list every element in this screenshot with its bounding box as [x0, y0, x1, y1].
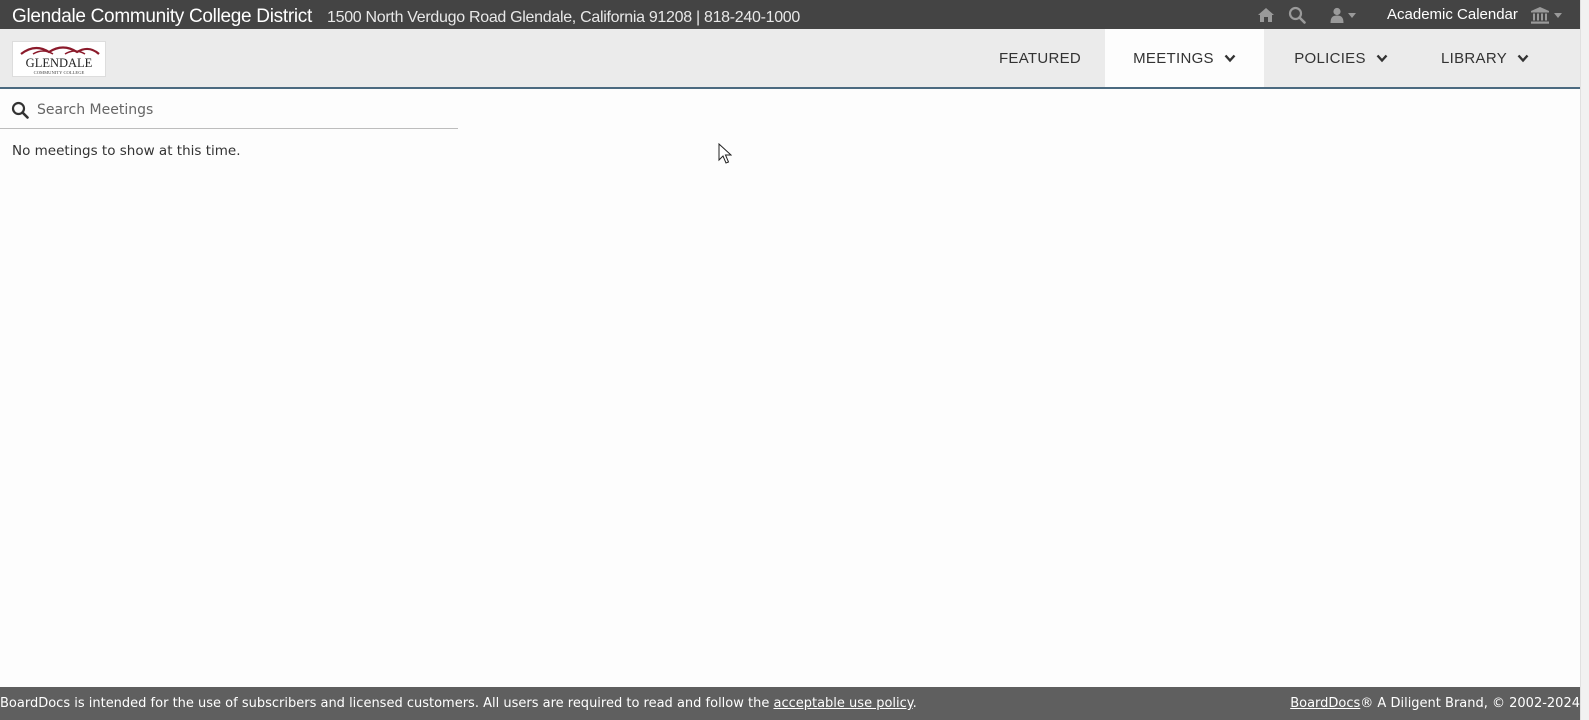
- footer-notice-text: BoardDocs is intended for the use of sub…: [0, 696, 774, 711]
- empty-meetings-message: No meetings to show at this time.: [12, 143, 241, 159]
- college-logo[interactable]: GLENDALE COMMUNITY COLLEGE: [12, 41, 106, 77]
- nav-library-label: LIBRARY: [1440, 49, 1508, 67]
- footer-notice: BoardDocs is intended for the use of sub…: [0, 696, 917, 711]
- institution-menu-icon[interactable]: [1530, 6, 1562, 24]
- org-name: Glendale Community College District: [12, 6, 312, 27]
- home-icon[interactable]: [1257, 6, 1275, 24]
- chevron-down-icon: [1554, 12, 1562, 18]
- nav-library[interactable]: LIBRARY: [1420, 29, 1550, 87]
- nav-policies[interactable]: POLICIES: [1274, 29, 1408, 87]
- footer-copyright: ® A Diligent Brand, © 2002-2024: [1360, 696, 1580, 711]
- chevron-down-icon: [1376, 54, 1388, 63]
- search-meetings-input[interactable]: [37, 94, 437, 125]
- footer-brand: BoardDocs® A Diligent Brand, © 2002-2024: [1290, 696, 1580, 711]
- boarddocs-link[interactable]: BoardDocs: [1290, 696, 1360, 711]
- logo-text: GLENDALE: [26, 56, 93, 70]
- nav-meetings-label: MEETINGS: [1133, 49, 1214, 67]
- nav-policies-label: POLICIES: [1294, 49, 1366, 67]
- nav-meetings[interactable]: MEETINGS: [1105, 29, 1264, 87]
- chevron-down-icon: [1224, 54, 1236, 63]
- search-icon[interactable]: [1288, 6, 1306, 24]
- nav-featured[interactable]: FEATURED: [985, 29, 1095, 87]
- page-scrollbar[interactable]: [1580, 0, 1589, 720]
- footer-notice-end: .: [912, 696, 917, 711]
- chevron-down-icon: [1517, 54, 1529, 63]
- top-bar: Glendale Community College District 1500…: [0, 0, 1580, 29]
- logo-subtext: COMMUNITY COLLEGE: [34, 70, 85, 75]
- mouse-cursor-icon: [718, 142, 733, 170]
- search-icon: [11, 101, 29, 119]
- acceptable-use-policy-link[interactable]: acceptable use policy: [773, 696, 912, 711]
- footer: BoardDocs is intended for the use of sub…: [0, 687, 1580, 720]
- academic-calendar-link[interactable]: Academic Calendar: [1387, 6, 1518, 23]
- main-nav: GLENDALE COMMUNITY COLLEGE FEATURED MEET…: [0, 29, 1580, 89]
- meeting-search: [0, 91, 458, 129]
- chevron-down-icon: [1348, 12, 1356, 18]
- nav-featured-label: FEATURED: [998, 49, 1082, 67]
- org-address: 1500 North Verdugo Road Glendale, Califo…: [327, 9, 801, 26]
- user-menu-icon[interactable]: [1330, 6, 1356, 24]
